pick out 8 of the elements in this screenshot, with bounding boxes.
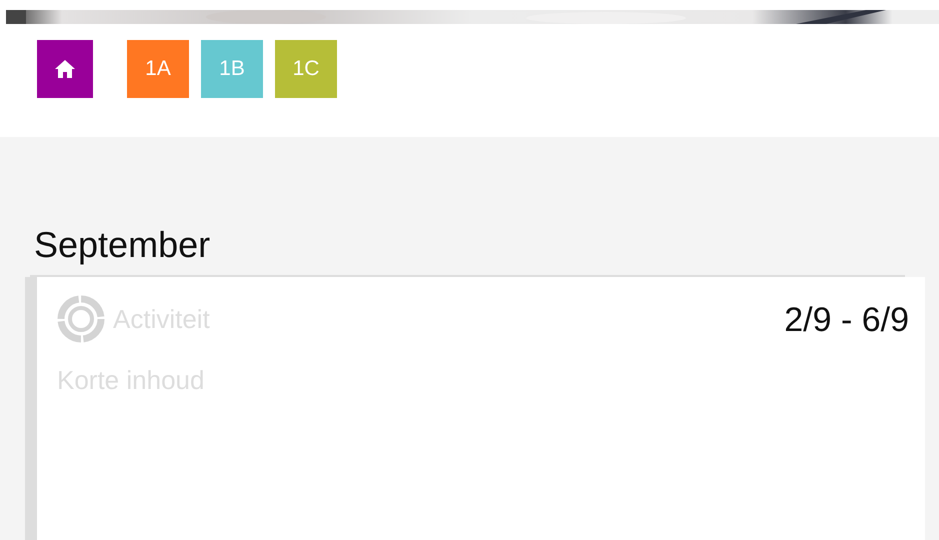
home-button[interactable]: [37, 40, 93, 98]
activity-icon: [57, 295, 105, 343]
class-tile[interactable]: 1C: [275, 40, 337, 98]
month-heading: September: [34, 227, 212, 267]
class-tile[interactable]: 1B: [201, 40, 263, 98]
class-tile[interactable]: 1A: [127, 40, 189, 98]
home-icon: [54, 59, 76, 79]
event-date: 2/9 - 6/9: [784, 303, 909, 337]
